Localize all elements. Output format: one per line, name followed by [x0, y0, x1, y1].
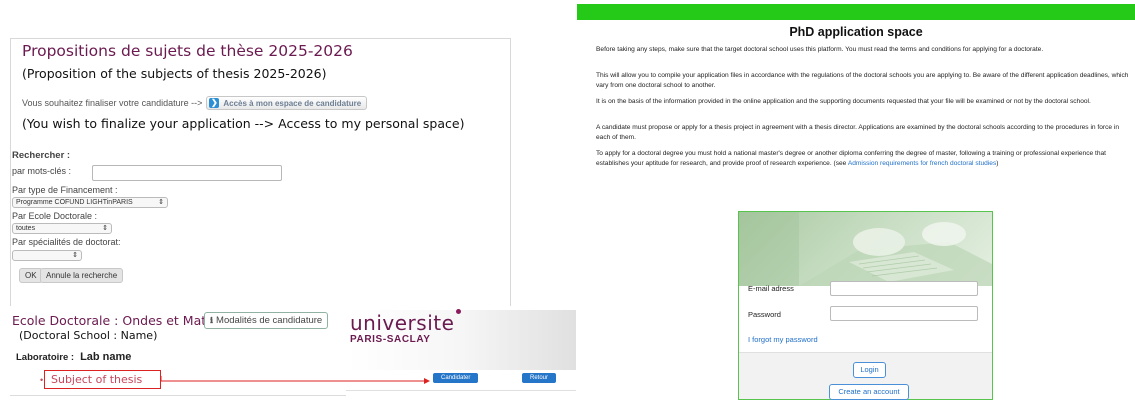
access-space-button[interactable]: ❯ Accès à mon espace de candidature — [206, 96, 368, 110]
select-arrows-icon: ⇕ — [158, 199, 164, 206]
login-button[interactable]: Login — [853, 362, 886, 378]
application-terms-button[interactable]: ℹ Modalités de candidature — [204, 312, 329, 329]
funding-type-select[interactable]: Programme COFUND LIGHTinPARIS ⇕ — [12, 197, 168, 208]
intro-paragraph: This will allow you to compile your appl… — [596, 72, 1129, 90]
requirements-text-end: ) — [996, 160, 999, 168]
laboratory-key: Laboratoire : — [16, 352, 75, 363]
university-logo-subtitle: PARIS-SACLAY — [350, 334, 431, 345]
create-account-button[interactable]: Create an account — [829, 384, 909, 400]
bullet-icon: • — [40, 375, 44, 385]
intro-paragraph: To apply for a doctoral degree you must … — [596, 149, 1135, 170]
back-button[interactable]: Retour — [522, 373, 557, 383]
logo-dot-icon — [456, 309, 461, 314]
keywords-label: par mots-clés : — [12, 166, 72, 176]
doctoral-school-value: toutes — [16, 225, 36, 232]
finalize-text: Vous souhaitez finaliser votre candidatu… — [22, 98, 203, 108]
doctoral-school-subtitle: (Doctoral School : Name) — [19, 329, 158, 342]
funding-type-value: Programme COFUND LIGHTinPARIS — [16, 199, 133, 206]
access-space-label: Accès à mon espace de candidature — [223, 98, 362, 108]
finalize-english-note: (You wish to finalize your application -… — [22, 116, 465, 131]
info-icon: ℹ — [210, 316, 214, 325]
page-subtitle-english: (Proposition of the subjects of thesis 2… — [22, 66, 327, 81]
intro-paragraph: It is on the basis of the information pr… — [596, 98, 1091, 105]
application-terms-label: Modalités de candidature — [216, 315, 323, 326]
forgot-password-link[interactable]: I forgot my password — [748, 335, 818, 344]
doctoral-school-label: Par Ecole Doctorale : — [12, 211, 98, 221]
select-arrows-icon: ⇕ — [102, 225, 108, 232]
laboratory-name: Lab name — [80, 351, 132, 363]
laboratory-row: Laboratoire : Lab name — [16, 351, 131, 363]
cancel-search-button[interactable]: Annule la recherche — [40, 268, 124, 283]
search-heading: Rechercher : — [12, 150, 71, 161]
top-banner — [577, 4, 1135, 20]
admission-requirements-link[interactable]: Admission requirements for french doctor… — [848, 160, 996, 167]
email-field[interactable] — [830, 281, 978, 296]
email-label: E-mail adress — [748, 284, 794, 293]
specialty-select[interactable]: ⇕ — [12, 250, 82, 261]
keywords-input[interactable] — [92, 165, 282, 181]
phd-space-title: PhD application space — [789, 25, 923, 39]
apply-button[interactable]: Candidater — [433, 373, 479, 383]
funding-type-label: Par type de Financement : — [12, 185, 118, 195]
thesis-subject-link[interactable]: Subject of thesis — [44, 370, 161, 389]
page-title: Propositions de sujets de thèse 2025-202… — [22, 42, 353, 60]
password-field[interactable] — [830, 306, 978, 321]
chevron-right-icon: ❯ — [209, 98, 220, 108]
red-arrow-connector — [160, 376, 430, 384]
university-logo-wordmark: universite — [350, 311, 455, 335]
doctoral-school-select[interactable]: toutes ⇕ — [12, 223, 112, 234]
intro-paragraph: Before taking any steps, make sure that … — [596, 46, 1044, 53]
finalize-row: Vous souhaitez finaliser votre candidatu… — [22, 96, 368, 110]
select-arrows-icon: ⇕ — [72, 252, 78, 259]
divider — [346, 390, 576, 391]
login-banner-image — [739, 212, 992, 286]
doctoral-school-title: Ecole Doctorale : Ondes et Matière — [12, 313, 230, 328]
password-label: Password — [748, 310, 781, 319]
divider — [10, 395, 346, 396]
laptop-hands-illustration — [739, 212, 992, 286]
specialty-label: Par spécialités de doctorat: — [12, 237, 121, 247]
intro-paragraph: A candidate must propose or apply for a … — [596, 124, 1120, 142]
